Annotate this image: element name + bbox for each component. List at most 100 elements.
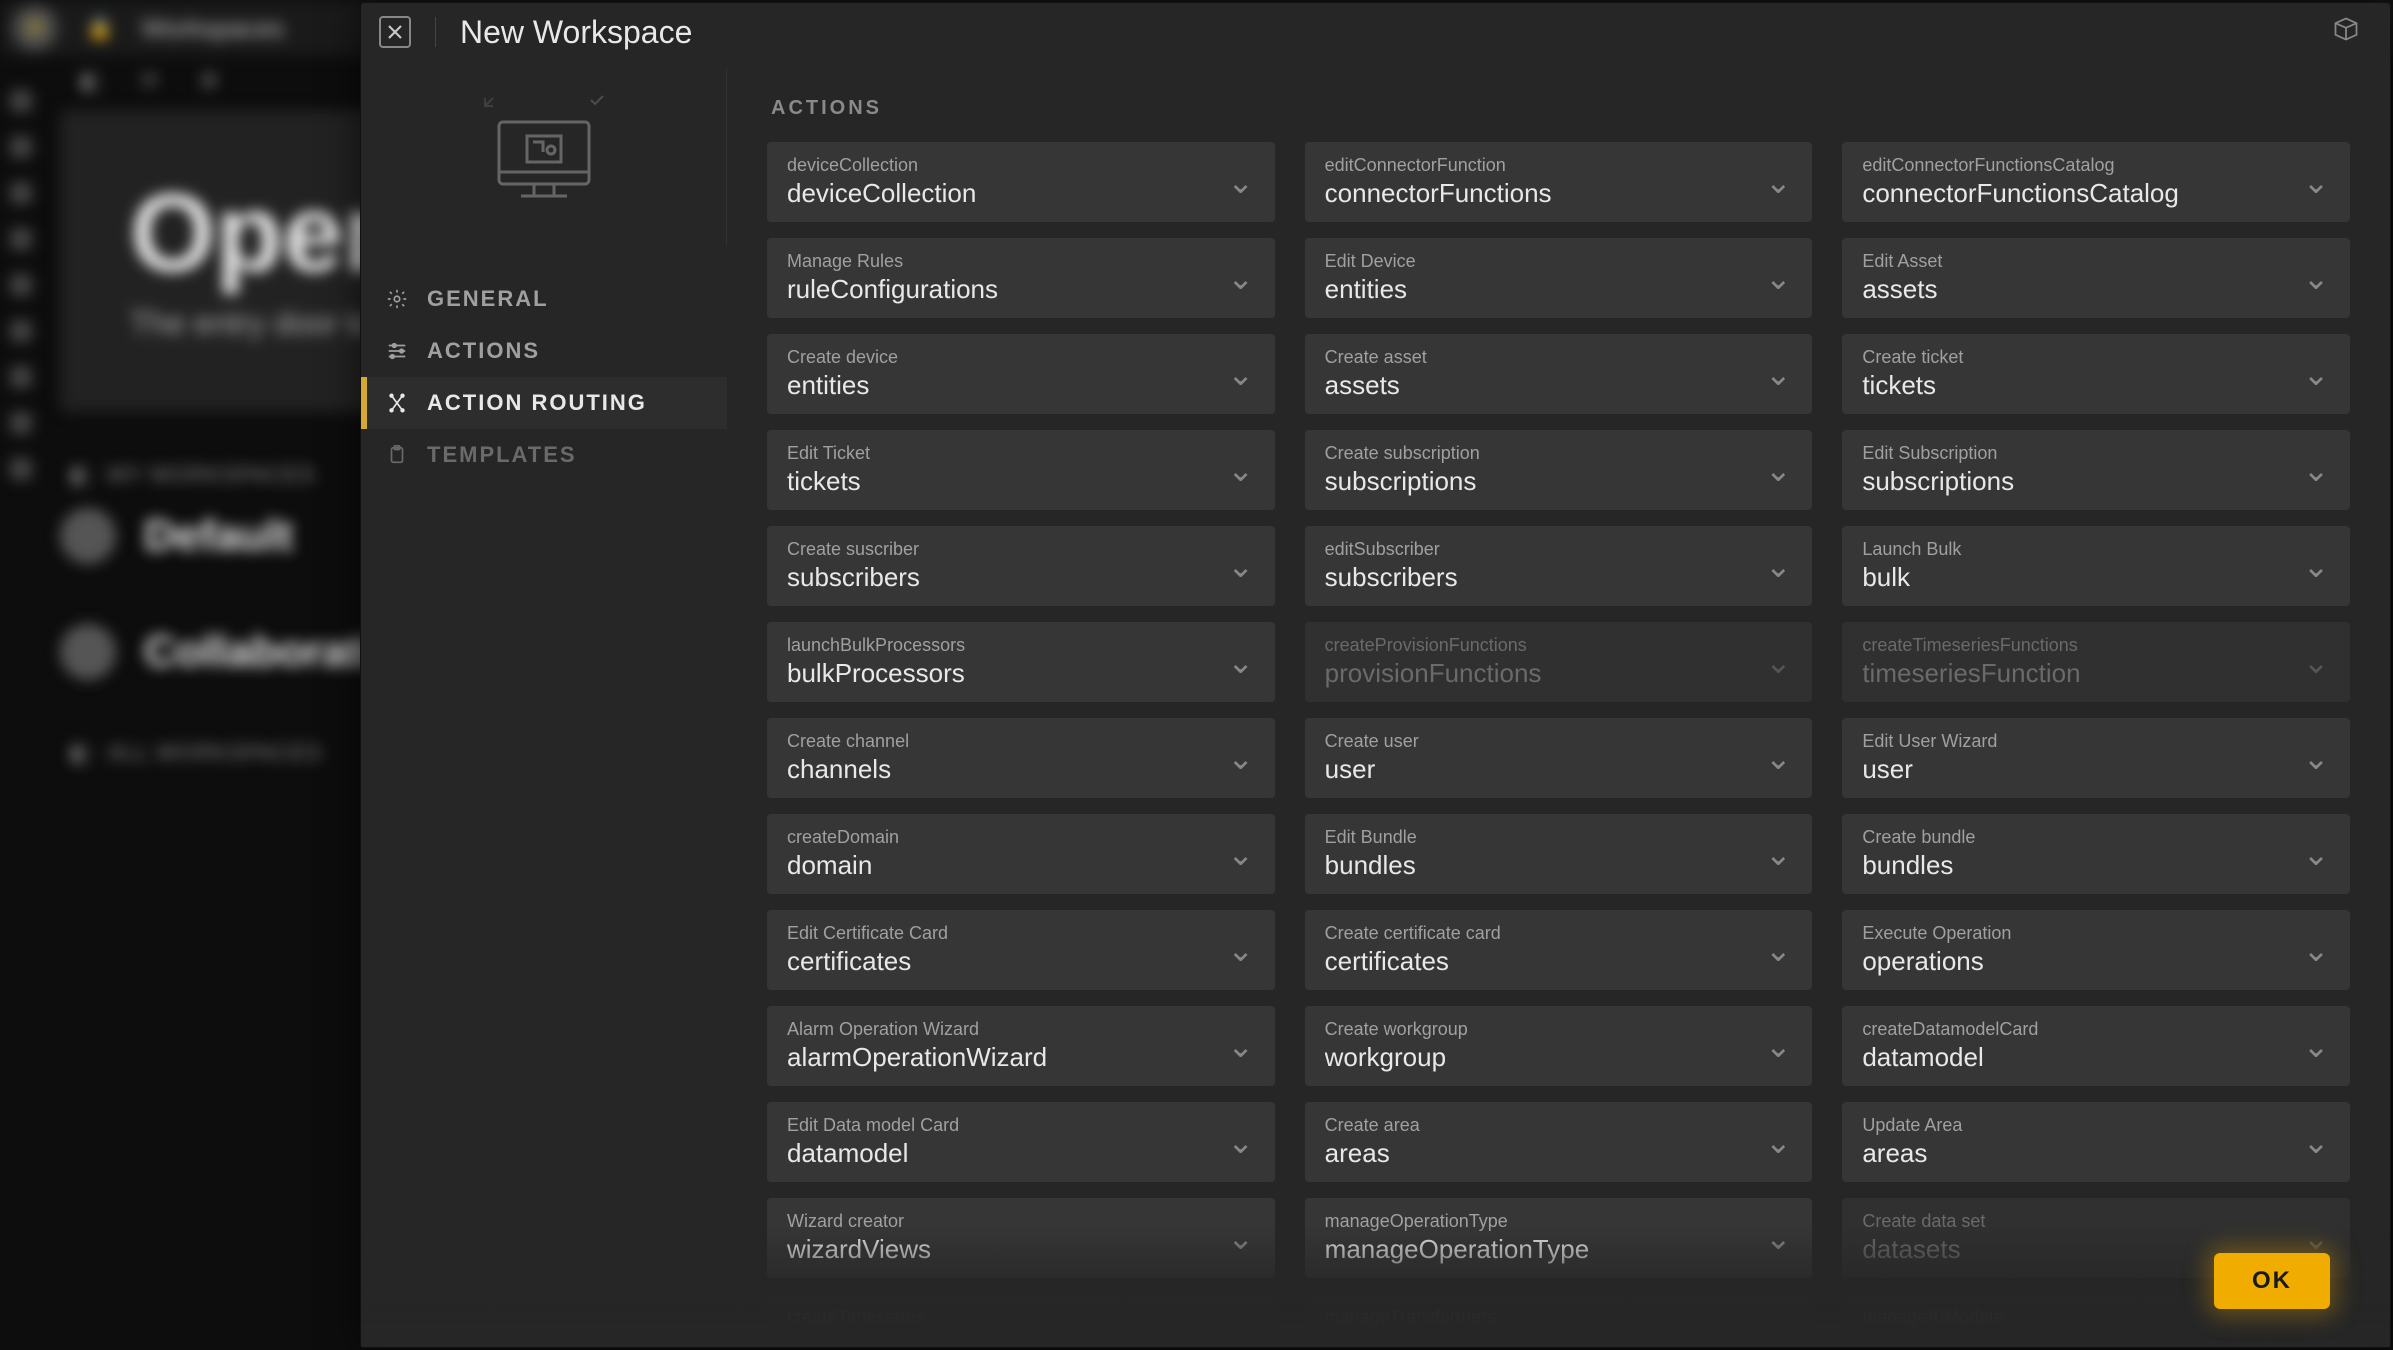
action-card[interactable]: Edit Data model Carddatamodel⌄ <box>767 1102 1275 1182</box>
ok-button[interactable]: OK <box>2214 1253 2330 1309</box>
action-value: subscribers <box>1325 563 1765 593</box>
action-card[interactable]: Create subscriptionsubscriptions⌄ <box>1305 430 1813 510</box>
action-card[interactable]: Alarm Operation WizardalarmOperationWiza… <box>767 1006 1275 1086</box>
action-card[interactable]: Edit Subscriptionsubscriptions⌄ <box>1842 430 2350 510</box>
action-card[interactable]: Edit Deviceentities⌄ <box>1305 238 1813 318</box>
action-label: Create device <box>787 347 1227 369</box>
action-card[interactable]: Edit Tickettickets⌄ <box>767 430 1275 510</box>
action-value: aimodels <box>1862 1331 2302 1347</box>
chevron-down-icon: ⌄ <box>2302 1123 2330 1161</box>
action-card[interactable]: Create tickettickets⌄ <box>1842 334 2350 414</box>
action-label: Create asset <box>1325 347 1765 369</box>
chevron-down-icon: ⌄ <box>1227 547 1255 585</box>
action-label: createProvisionFunctions <box>1325 635 1765 657</box>
action-card[interactable]: Create channelchannels⌄ <box>767 718 1275 798</box>
action-label: Manage Rules <box>787 251 1227 273</box>
chevron-down-icon: ⌄ <box>1764 835 1792 873</box>
chevron-down-icon: ⌄ <box>1227 259 1255 297</box>
action-label: launchBulkProcessors <box>787 635 1227 657</box>
action-card[interactable]: Edit Assetassets⌄ <box>1842 238 2350 318</box>
action-card: manageTransformers transformers⌄ <box>1305 1294 1813 1347</box>
action-label: createDomain <box>787 827 1227 849</box>
modal-header: New Workspace <box>361 3 2390 61</box>
action-value: workgroup <box>1325 1043 1765 1073</box>
action-card[interactable]: Edit User Wizarduser⌄ <box>1842 718 2350 798</box>
action-card[interactable]: manageOperationTypemanageOperationType⌄ <box>1305 1198 1813 1278</box>
nav-general[interactable]: GENERAL <box>361 273 727 325</box>
action-label: createDatamodelCard <box>1862 1019 2302 1041</box>
action-value: subscribers <box>787 563 1227 593</box>
action-card[interactable]: Edit Bundlebundles⌄ <box>1305 814 1813 894</box>
action-label: Create data set <box>1862 1211 2302 1233</box>
chevron-down-icon: ⌄ <box>1227 931 1255 969</box>
chevron-down-icon: ⌄ <box>1227 643 1255 681</box>
action-label: Wizard creator <box>787 1211 1227 1233</box>
action-value: transformers <box>1325 1331 1765 1347</box>
action-card[interactable]: Manage RulesruleConfigurations⌄ <box>767 238 1275 318</box>
action-card[interactable]: createDomaindomain⌄ <box>767 814 1275 894</box>
chevron-down-icon: ⌄ <box>2302 547 2330 585</box>
chevron-down-icon: ⌄ <box>2302 1219 2330 1257</box>
action-value: user <box>1325 755 1765 785</box>
chevron-down-icon: ⌄ <box>1764 451 1792 489</box>
chevron-down-icon: ⌄ <box>1227 1315 1255 1347</box>
action-card[interactable]: editConnectorFunctionsCatalogconnectorFu… <box>1842 142 2350 222</box>
action-label: Edit Device <box>1325 251 1765 273</box>
gear-icon <box>385 287 409 311</box>
action-label: Edit Asset <box>1862 251 2302 273</box>
package-icon[interactable] <box>2332 15 2360 50</box>
chevron-down-icon: ⌄ <box>1764 355 1792 393</box>
action-card[interactable]: Create workgroupworkgroup⌄ <box>1305 1006 1813 1086</box>
action-card[interactable]: Edit Certificate Cardcertificates⌄ <box>767 910 1275 990</box>
action-card: createTimeseriesFunctionstimeseriesFunct… <box>1842 622 2350 702</box>
chevron-down-icon: ⌄ <box>1764 1027 1792 1065</box>
action-value: entities <box>1325 275 1765 305</box>
action-card[interactable]: Create areaareas⌄ <box>1305 1102 1813 1182</box>
action-value: areas <box>1862 1139 2302 1169</box>
nav-general-label: GENERAL <box>427 286 549 312</box>
action-value: certificates <box>1325 947 1765 977</box>
chevron-down-icon: ⌄ <box>2302 931 2330 969</box>
action-value: datamodel <box>787 1139 1227 1169</box>
action-card[interactable]: editConnectorFunctionconnectorFunctions⌄ <box>1305 142 1813 222</box>
action-value: channels <box>787 755 1227 785</box>
action-card[interactable]: Execute Operationoperations⌄ <box>1842 910 2350 990</box>
nav-actions-label: ACTIONS <box>427 338 540 364</box>
nav-action-routing[interactable]: ACTION ROUTING <box>361 377 727 429</box>
nav-templates[interactable]: TEMPLATES <box>361 429 727 481</box>
chevron-down-icon: ⌄ <box>1764 931 1792 969</box>
action-card[interactable]: Create bundlebundles⌄ <box>1842 814 2350 894</box>
action-card: createProvisionFunctionsprovisionFunctio… <box>1305 622 1813 702</box>
action-value: timeseriesFunction <box>1862 659 2302 689</box>
action-card[interactable]: Update Areaareas⌄ <box>1842 1102 2350 1182</box>
action-value: connectorFunctions <box>1325 179 1765 209</box>
content-area: ACTIONS deviceCollectiondeviceCollection… <box>727 61 2390 1347</box>
action-card[interactable]: createDatamodelCarddatamodel⌄ <box>1842 1006 2350 1086</box>
chevron-down-icon: ⌄ <box>2302 1315 2330 1347</box>
action-card[interactable]: launchBulkProcessorsbulkProcessors⌄ <box>767 622 1275 702</box>
action-label: Execute Operation <box>1862 923 2302 945</box>
chevron-down-icon: ⌄ <box>2302 259 2330 297</box>
action-card[interactable]: Create assetassets⌄ <box>1305 334 1813 414</box>
modal-title: New Workspace <box>460 14 692 51</box>
action-value: operations <box>1862 947 2302 977</box>
action-card[interactable]: Create useruser⌄ <box>1305 718 1813 798</box>
action-value: bulkProcessors <box>787 659 1227 689</box>
action-card[interactable]: editSubscribersubscribers⌄ <box>1305 526 1813 606</box>
action-card[interactable]: Create suscribersubscribers⌄ <box>767 526 1275 606</box>
action-label: manageTransformers <box>1325 1307 1765 1329</box>
chevron-down-icon: ⌄ <box>1764 1315 1792 1347</box>
action-card[interactable]: Wizard creatorwizardViews⌄ <box>767 1198 1275 1278</box>
chevron-down-icon: ⌄ <box>2302 643 2330 681</box>
action-card[interactable]: deviceCollectiondeviceCollection⌄ <box>767 142 1275 222</box>
action-label: Create user <box>1325 731 1765 753</box>
action-card[interactable]: Create deviceentities⌄ <box>767 334 1275 414</box>
close-button[interactable] <box>379 16 411 48</box>
action-card[interactable]: Create certificate cardcertificates⌄ <box>1305 910 1813 990</box>
chevron-down-icon: ⌄ <box>2302 1027 2330 1065</box>
action-label: editConnectorFunctionsCatalog <box>1862 155 2302 177</box>
nav-actions[interactable]: ACTIONS <box>361 325 727 377</box>
clipboard-icon <box>385 443 409 467</box>
action-card[interactable]: Launch Bulkbulk⌄ <box>1842 526 2350 606</box>
chevron-down-icon: ⌄ <box>1227 1123 1255 1161</box>
